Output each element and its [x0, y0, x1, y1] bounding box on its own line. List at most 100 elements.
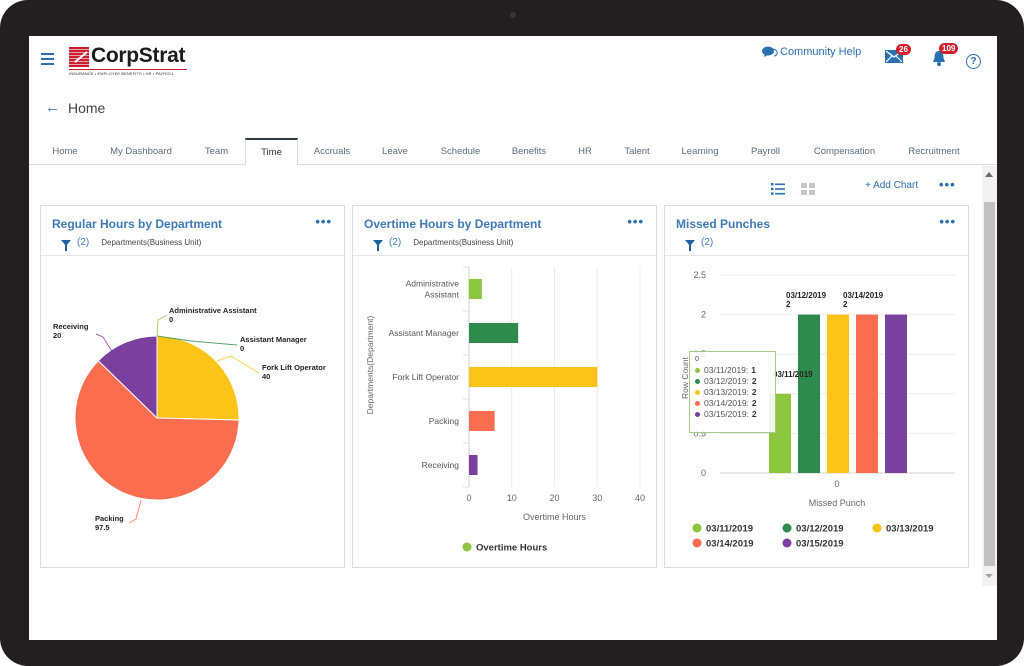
- tab-time[interactable]: Time: [245, 138, 298, 166]
- tab-accruals[interactable]: Accruals: [307, 138, 357, 165]
- back-to-home[interactable]: ← Home: [45, 99, 105, 116]
- logo-rule: [69, 69, 187, 70]
- vertical-scrollbar[interactable]: [982, 166, 997, 586]
- community-help-label: Community Help: [780, 46, 862, 58]
- filter-label: Departments(Business Unit): [101, 238, 202, 247]
- tooltip-dot: [695, 401, 700, 406]
- notifications-badge: 109: [939, 43, 959, 54]
- card-title[interactable]: Missed Punches: [676, 217, 770, 231]
- card-header: Missed Punches ••• (2): [665, 206, 968, 256]
- back-arrow-icon: ←: [45, 99, 60, 116]
- x-tick-label: 10: [507, 493, 517, 503]
- scroll-down-arrow-icon[interactable]: [985, 574, 993, 578]
- page-title: Home: [68, 99, 106, 116]
- pie-label-value: 40: [262, 372, 270, 381]
- bar: [856, 314, 878, 473]
- filter-count: (2): [701, 237, 714, 248]
- app-screen: CorpStrat INSURANCE • EMPLOYEE BENEFITS …: [29, 36, 997, 640]
- filter-label: Departments(Business Unit): [413, 238, 514, 247]
- y-category-label: Administrative: [406, 279, 460, 289]
- list-view-icon: [771, 183, 785, 195]
- notifications-button[interactable]: 109: [932, 43, 959, 68]
- tab-benefits[interactable]: Benefits: [504, 138, 554, 165]
- legend-label: 03/13/2019: [886, 524, 934, 535]
- pie-leader-line: [156, 314, 168, 337]
- legend-dot: [782, 523, 792, 533]
- tooltip-row: 03/15/2019: 2: [695, 409, 770, 420]
- logo-tagline: INSURANCE • EMPLOYEE BENEFITS • HR • PAY…: [69, 71, 175, 76]
- community-help-link[interactable]: Community Help: [762, 46, 861, 58]
- tooltip-value: 1: [751, 365, 757, 375]
- tab-learning[interactable]: Learning: [674, 138, 726, 165]
- tab-schedule[interactable]: Schedule: [433, 138, 488, 165]
- pie-leader-line: [128, 499, 142, 524]
- bar-data-label: 03/11/2019: [773, 370, 813, 379]
- pie-label-category: Administrative Assistant: [169, 306, 257, 315]
- tooltip-dot: [695, 390, 700, 395]
- tooltip-row: 03/12/2019: 2: [695, 376, 770, 387]
- legend-dot: [462, 542, 472, 552]
- card-more-button[interactable]: •••: [939, 214, 956, 229]
- card-filter[interactable]: (2): [685, 237, 725, 251]
- tab-payroll[interactable]: Payroll: [743, 138, 788, 165]
- legend-label: 03/11/2019: [706, 524, 753, 535]
- tab-compensation[interactable]: Compensation: [807, 138, 882, 165]
- card-more-button[interactable]: •••: [627, 214, 644, 229]
- grid-view-button[interactable]: [801, 182, 815, 195]
- camera: [510, 12, 516, 18]
- pie-label-category: Receiving: [53, 322, 89, 331]
- tooltip-row: 03/14/2019: 2: [695, 398, 770, 409]
- card-title[interactable]: Overtime Hours by Department: [364, 217, 541, 231]
- scroll-up-arrow-icon[interactable]: [985, 172, 993, 177]
- card-filter[interactable]: (2) Departments(Business Unit): [61, 237, 202, 251]
- add-chart-button[interactable]: + Add Chart: [865, 180, 918, 191]
- x-axis-title: Overtime Hours: [523, 512, 587, 522]
- legend-dot: [872, 523, 882, 533]
- tab-team[interactable]: Team: [194, 138, 239, 165]
- tab-home[interactable]: Home: [39, 138, 91, 165]
- y-tick-label: 2.5: [693, 270, 706, 280]
- pie-label-value: 20: [53, 331, 61, 340]
- tooltip-label: 03/14/2019:: [704, 398, 749, 408]
- bar-data-label: 03/12/2019: [786, 291, 827, 300]
- bar: [469, 411, 495, 431]
- tab-recruitment[interactable]: Recruitment: [901, 138, 967, 165]
- messages-badge: 26: [896, 44, 911, 55]
- filter-icon: [685, 239, 695, 251]
- card-filter[interactable]: (2) Departments(Business Unit): [373, 237, 514, 251]
- card-title[interactable]: Regular Hours by Department: [52, 217, 222, 231]
- bar-data-value: 2: [843, 300, 848, 309]
- dashboard-more-button[interactable]: •••: [939, 177, 956, 192]
- chat-bubble-icon: [762, 46, 778, 57]
- tab-leave[interactable]: Leave: [374, 138, 416, 165]
- messages-button[interactable]: 26: [885, 44, 911, 66]
- legend-dot: [692, 538, 702, 548]
- legend-dot: [692, 523, 702, 533]
- hamburger-menu-icon[interactable]: [41, 53, 54, 65]
- y-category-label: Fork Lift Operator: [392, 372, 459, 382]
- list-view-button[interactable]: [771, 182, 785, 195]
- pie-chart: Administrative Assistant0Assistant Manag…: [53, 306, 326, 532]
- pie-label-value: 0: [240, 344, 244, 353]
- tab-hr[interactable]: HR: [570, 138, 600, 165]
- tab-talent[interactable]: Talent: [617, 138, 657, 165]
- y-axis-title: Departments(Department): [365, 315, 375, 414]
- card-more-button[interactable]: •••: [315, 214, 332, 229]
- x-tick-label: 30: [592, 493, 602, 503]
- device-frame: CorpStrat INSURANCE • EMPLOYEE BENEFITS …: [0, 0, 1024, 666]
- tooltip-label: 03/12/2019:: [704, 376, 749, 386]
- pie-label-category: Fork Lift Operator: [262, 363, 326, 372]
- tooltip-label: 03/15/2019:: [704, 409, 749, 419]
- x-tick-label: 20: [549, 493, 559, 503]
- legend-label: 03/12/2019: [796, 524, 844, 535]
- legend-label: 03/15/2019: [796, 539, 844, 550]
- scroll-thumb[interactable]: [984, 202, 995, 566]
- bar: [469, 455, 478, 475]
- help-icon[interactable]: ?: [966, 54, 981, 69]
- filter-icon: [373, 239, 383, 251]
- x-tick-label: 0: [466, 493, 471, 503]
- tab-my-dashboard[interactable]: My Dashboard: [101, 138, 181, 165]
- chart-tooltip: 0 03/11/2019: 1 03/12/2019: 2 03/13/2019: 2…: [689, 351, 776, 433]
- tooltip-dot: [695, 412, 700, 417]
- pie-label-value: 97.5: [95, 523, 110, 532]
